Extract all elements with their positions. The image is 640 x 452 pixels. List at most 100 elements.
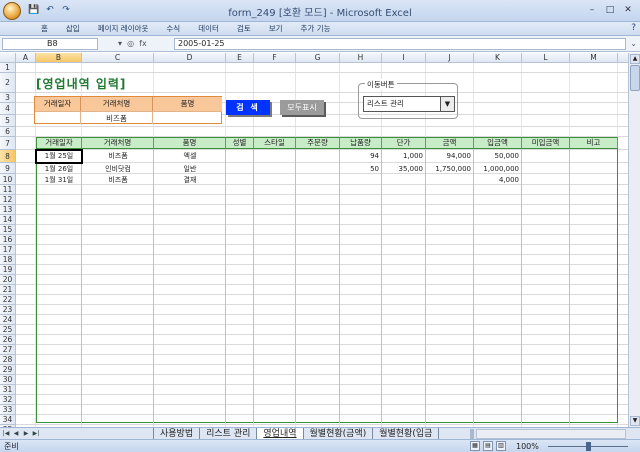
row-header-28[interactable]: 28 — [0, 355, 16, 365]
ribbon-tab-2[interactable]: 페이지 레이아웃 — [89, 22, 158, 35]
vertical-scrollbar[interactable]: ▲ ▼ — [628, 53, 640, 427]
table-cell[interactable]: 비즈폼 — [82, 175, 154, 185]
active-cell-outline[interactable] — [35, 149, 83, 164]
column-header-A[interactable]: A — [16, 53, 36, 63]
navigation-select[interactable]: 리스트 관리 ▼ — [363, 96, 455, 112]
column-header-D[interactable]: D — [154, 53, 226, 63]
table-cell[interactable] — [570, 151, 618, 161]
column-header-F[interactable]: F — [254, 53, 296, 63]
table-cell[interactable] — [522, 175, 570, 185]
table-cell[interactable] — [254, 175, 296, 185]
prev-sheet-icon[interactable]: ◀ — [12, 429, 20, 439]
row-header-29[interactable]: 29 — [0, 365, 16, 375]
expand-formula-icon[interactable]: ⌄ — [630, 39, 637, 48]
row-header-7[interactable]: 7 — [0, 137, 16, 150]
ribbon-tab-1[interactable]: 삽입 — [57, 22, 89, 35]
table-cell[interactable] — [522, 164, 570, 174]
row-header-20[interactable]: 20 — [0, 275, 16, 285]
name-box[interactable]: B8 — [2, 38, 98, 50]
table-cell[interactable]: 1월 31일 — [36, 175, 82, 185]
table-cell[interactable]: 35,000 — [382, 164, 426, 174]
column-header-B[interactable]: B — [36, 53, 82, 63]
table-cell[interactable] — [296, 175, 340, 185]
help-icon[interactable]: ? — [631, 23, 636, 33]
column-header-H[interactable]: H — [340, 53, 382, 63]
table-cell[interactable] — [426, 175, 474, 185]
page-layout-icon[interactable]: ▤ — [483, 441, 493, 451]
table-cell[interactable]: 1월 26일 — [36, 164, 82, 174]
row-header-19[interactable]: 19 — [0, 265, 16, 275]
worksheet-grid[interactable]: [영업내역 입력] 거래일자 거래처명 품명 비즈폼 검 색 모두표시 이동버튼… — [0, 53, 628, 427]
tab-split-handle[interactable] — [470, 429, 474, 439]
row-header-18[interactable]: 18 — [0, 255, 16, 265]
table-cell[interactable] — [340, 175, 382, 185]
first-sheet-icon[interactable]: |◀ — [2, 429, 10, 439]
column-header-N[interactable]: N — [618, 53, 628, 63]
table-cell[interactable]: 50 — [340, 164, 382, 174]
row-header-16[interactable]: 16 — [0, 235, 16, 245]
row-header-6[interactable]: 6 — [0, 127, 16, 137]
horizontal-scrollbar[interactable] — [476, 429, 626, 439]
normal-view-icon[interactable]: ▦ — [470, 441, 480, 451]
column-header-M[interactable]: M — [570, 53, 618, 63]
table-cell[interactable] — [296, 151, 340, 161]
row-header-5[interactable]: 5 — [0, 115, 16, 127]
row-header-25[interactable]: 25 — [0, 325, 16, 335]
column-header-G[interactable]: G — [296, 53, 340, 63]
table-cell[interactable]: 94 — [340, 151, 382, 161]
table-cell[interactable]: 인비닷컴 — [82, 164, 154, 174]
ribbon-tab-0[interactable]: 홈 — [32, 22, 57, 35]
row-header-32[interactable]: 32 — [0, 395, 16, 405]
ribbon-tab-5[interactable]: 검토 — [228, 22, 260, 35]
row-header-4[interactable]: 4 — [0, 103, 16, 115]
formula-input[interactable]: 2005-01-25 — [174, 38, 626, 50]
row-header-15[interactable]: 15 — [0, 225, 16, 235]
scroll-down-icon[interactable]: ▼ — [630, 416, 640, 426]
row-header-21[interactable]: 21 — [0, 285, 16, 295]
table-cell[interactable] — [522, 151, 570, 161]
table-cell[interactable]: 일반 — [154, 164, 226, 174]
table-cell[interactable]: 비즈폼 — [82, 151, 154, 161]
search-date-input[interactable] — [35, 111, 81, 124]
zoom-level[interactable]: 100% — [516, 441, 539, 452]
table-cell[interactable]: 50,000 — [474, 151, 522, 161]
close-icon[interactable]: ✕ — [620, 3, 636, 17]
row-header-27[interactable]: 27 — [0, 345, 16, 355]
table-cell[interactable] — [254, 151, 296, 161]
column-header-I[interactable]: I — [382, 53, 426, 63]
next-sheet-icon[interactable]: ▶ — [22, 429, 30, 439]
select-all-corner[interactable] — [0, 53, 16, 63]
minimize-icon[interactable]: – — [584, 3, 600, 17]
row-header-23[interactable]: 23 — [0, 305, 16, 315]
table-cell[interactable]: 1,000 — [382, 151, 426, 161]
show-all-button[interactable]: 모두표시 — [280, 100, 324, 115]
row-header-14[interactable]: 14 — [0, 215, 16, 225]
table-cell[interactable]: 결재 — [154, 175, 226, 185]
search-item-input[interactable] — [153, 111, 222, 124]
row-header-10[interactable]: 10 — [0, 174, 16, 185]
table-cell[interactable] — [570, 175, 618, 185]
row-header-12[interactable]: 12 — [0, 195, 16, 205]
row-header-2[interactable]: 2 — [0, 73, 16, 93]
row-header-24[interactable]: 24 — [0, 315, 16, 325]
ribbon-tab-6[interactable]: 보기 — [260, 22, 292, 35]
ribbon-tab-7[interactable]: 추가 기능 — [292, 22, 340, 35]
column-header-K[interactable]: K — [474, 53, 522, 63]
row-header-1[interactable]: 1 — [0, 63, 16, 73]
table-cell[interactable]: 엑셀 — [154, 151, 226, 161]
column-header-J[interactable]: J — [426, 53, 474, 63]
row-header-3[interactable]: 3 — [0, 93, 16, 103]
row-header-8[interactable]: 8 — [0, 150, 16, 163]
column-header-C[interactable]: C — [82, 53, 154, 63]
row-header-31[interactable]: 31 — [0, 385, 16, 395]
column-header-L[interactable]: L — [522, 53, 570, 63]
scroll-thumb[interactable] — [630, 65, 640, 91]
ribbon-tab-3[interactable]: 수식 — [157, 22, 189, 35]
table-cell[interactable] — [296, 164, 340, 174]
row-header-9[interactable]: 9 — [0, 163, 16, 174]
row-header-22[interactable]: 22 — [0, 295, 16, 305]
row-header-11[interactable]: 11 — [0, 185, 16, 195]
table-cell[interactable] — [254, 164, 296, 174]
table-cell[interactable] — [570, 164, 618, 174]
dropdown-arrow-icon[interactable]: ▼ — [440, 97, 454, 111]
